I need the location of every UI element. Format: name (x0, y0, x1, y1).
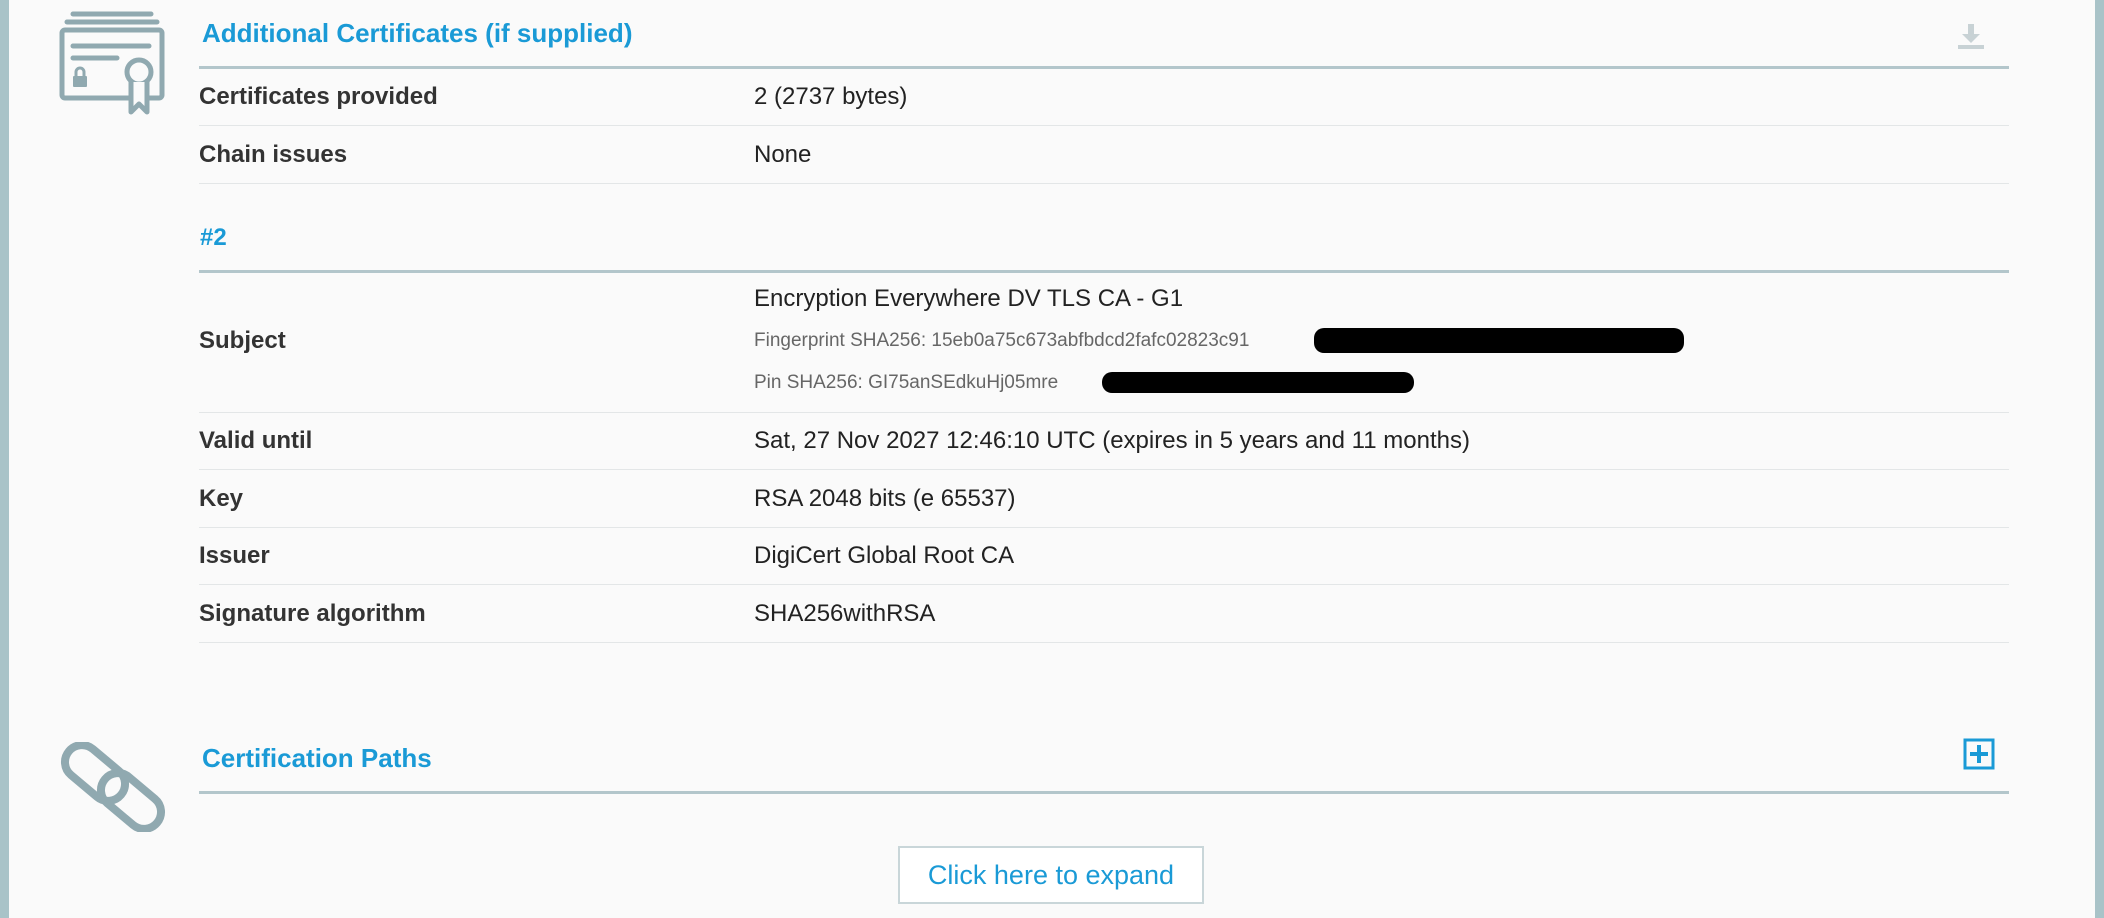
section-title: Certification Paths (202, 743, 432, 773)
row-valid-until: Valid until Sat, 27 Nov 2027 12:46:10 UT… (199, 413, 2009, 470)
row-label: Signature algorithm (199, 600, 426, 627)
redaction-mark (1102, 372, 1414, 393)
row-issuer: Issuer DigiCert Global Root CA (199, 528, 2009, 585)
subject-fingerprint: Fingerprint SHA256: 15eb0a75c673abfbdcd2… (754, 330, 1250, 351)
row-label: Issuer (199, 542, 270, 569)
row-label: Chain issues (199, 141, 348, 168)
row-value: None (754, 141, 812, 168)
plus-square-icon[interactable] (1963, 738, 1995, 770)
row-value: Sat, 27 Nov 2027 12:46:10 UTC (expires i… (754, 427, 1470, 454)
link-icon (60, 742, 166, 832)
row-value: RSA 2048 bits (e 65537) (754, 485, 1016, 512)
row-chain-issues: Chain issues None (199, 126, 2009, 184)
row-key: Key RSA 2048 bits (e 65537) (199, 470, 2009, 528)
row-label: Subject (199, 327, 286, 354)
row-certificates-provided: Certificates provided 2 (2737 bytes) (199, 69, 2009, 126)
certification-paths-header: Certification Paths (199, 725, 2009, 794)
row-subject: Subject Encryption Everywhere DV TLS CA … (199, 273, 2009, 413)
subject-pin: Pin SHA256: GI75anSEdkuHj05mre (754, 372, 1059, 393)
additional-certificates-header: Additional Certificates (if supplied) (199, 0, 2009, 69)
row-value: SHA256withRSA (754, 600, 936, 627)
page-content: Additional Certificates (if supplied) Ce… (9, 0, 2095, 918)
redaction-mark (1314, 328, 1684, 353)
download-icon[interactable] (1957, 22, 1985, 50)
cert-number: #2 (200, 224, 227, 251)
cert-2-heading: #2 (199, 184, 2009, 273)
row-signature-algorithm: Signature algorithm SHA256withRSA (199, 585, 2009, 643)
row-value: DigiCert Global Root CA (754, 542, 1015, 569)
certificate-icon (59, 11, 165, 115)
row-value: 2 (2737 bytes) (754, 83, 908, 110)
row-label: Key (199, 485, 244, 512)
section-title: Additional Certificates (if supplied) (202, 18, 633, 48)
row-label: Valid until (199, 427, 313, 454)
subject-name: Encryption Everywhere DV TLS CA - G1 (754, 285, 1184, 312)
row-label: Certificates provided (199, 83, 438, 110)
expand-button[interactable]: Click here to expand (898, 846, 1204, 904)
